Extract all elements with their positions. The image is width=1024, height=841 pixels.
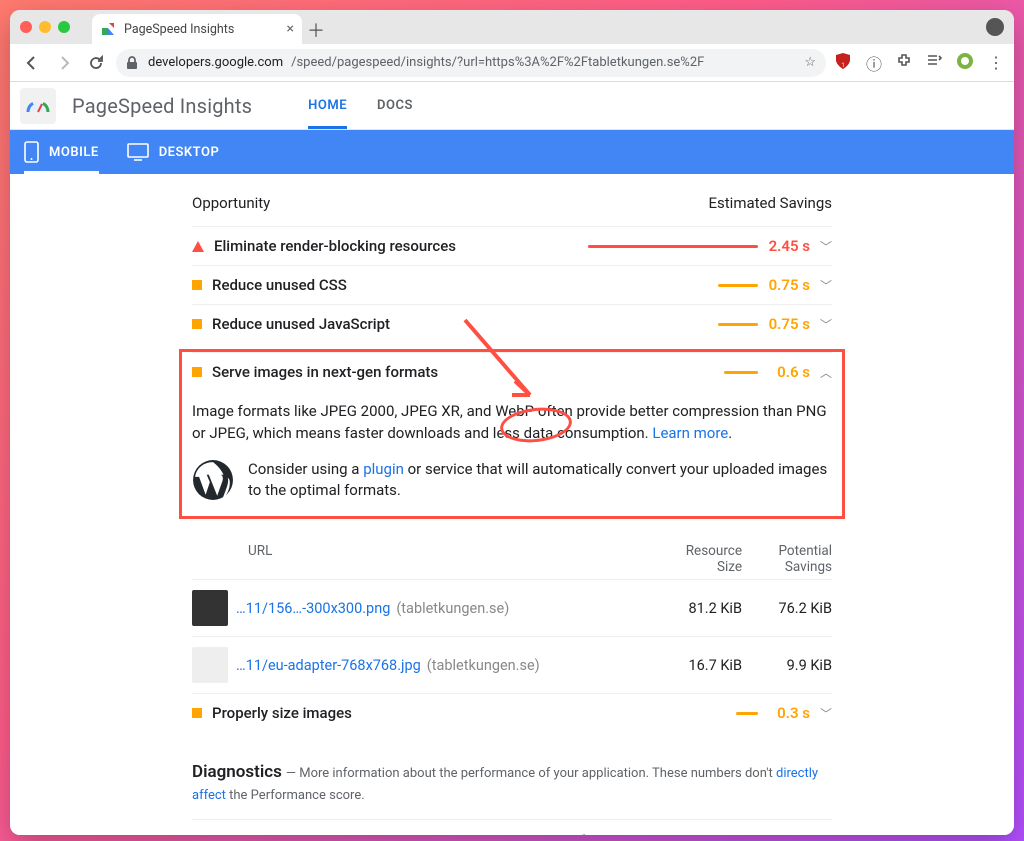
- reading-list-icon[interactable]: [926, 53, 942, 73]
- svg-text:1: 1: [841, 62, 844, 69]
- opportunity-row[interactable]: Properly size images 0.3 s ﹀: [192, 693, 832, 732]
- opportunity-row[interactable]: Serve images in next-gen formats 0.6 s ︿: [192, 352, 832, 391]
- window-close-button[interactable]: [20, 21, 32, 33]
- diagnostic-row[interactable]: Does not use passive listeners to improv…: [192, 819, 832, 835]
- resource-host: (tabletkungen.se): [396, 600, 509, 617]
- col-resource-size: ResourceSize: [652, 543, 742, 575]
- savings-value: 2.45 s: [768, 237, 810, 255]
- chevron-down-icon: ﹀: [820, 277, 832, 294]
- url-domain: developers.google.com: [148, 55, 283, 70]
- opportunity-expanded: Serve images in next-gen formats 0.6 s ︿ Im…: [179, 349, 845, 519]
- potential-savings: 9.9 KiB: [742, 657, 832, 674]
- savings-value: 0.75 s: [768, 276, 810, 294]
- resource-host: (tabletkungen.se): [427, 657, 540, 674]
- tab-close-icon[interactable]: ×: [287, 21, 294, 37]
- resource-url[interactable]: …11/eu-adapter-768x768.jpg: [236, 657, 421, 674]
- device-tab-desktop[interactable]: DESKTOP: [127, 130, 220, 174]
- opportunity-description: Image formats like JPEG 2000, JPEG XR, a…: [192, 401, 832, 445]
- table-row: …11/156…-300x300.png (tabletkungen.se) 81…: [192, 579, 832, 636]
- device-desktop-label: DESKTOP: [159, 145, 220, 160]
- col-url: URL: [236, 543, 652, 575]
- warning-triangle-icon: [192, 241, 204, 252]
- psi-favicon-icon: [100, 21, 116, 37]
- savings-bar: [718, 323, 758, 326]
- new-tab-button[interactable]: ＋: [302, 16, 330, 44]
- learn-more-link[interactable]: Learn more: [652, 424, 728, 442]
- tab-docs[interactable]: DOCS: [377, 82, 413, 129]
- resource-thumbnail: [192, 590, 228, 626]
- app-header: PageSpeed Insights HOME DOCS: [10, 82, 1014, 130]
- opportunity-row[interactable]: Eliminate render-blocking resources 2.45 …: [192, 226, 832, 265]
- chevron-up-icon: ︿: [820, 364, 832, 381]
- forward-button[interactable]: [52, 51, 76, 75]
- window-maximize-button[interactable]: [58, 21, 70, 33]
- opportunity-row[interactable]: Reduce unused JavaScript 0.75 s ﹀: [192, 304, 832, 343]
- tab-title: PageSpeed Insights: [124, 22, 234, 37]
- address-bar[interactable]: developers.google.com/speed/pagespeed/in…: [116, 49, 826, 77]
- savings-value: 0.3 s: [768, 704, 810, 722]
- warning-square-icon: [192, 319, 202, 329]
- chevron-down-icon: ﹀: [820, 833, 832, 836]
- opportunity-label: Serve images in next-gen formats: [212, 363, 438, 381]
- profile-extension-icon[interactable]: [956, 52, 974, 74]
- savings-bar: [718, 284, 758, 287]
- main-content: Opportunity Estimated Savings Eliminate …: [10, 174, 1014, 835]
- device-tab-mobile[interactable]: MOBILE: [24, 130, 99, 174]
- lock-icon: [126, 56, 140, 70]
- device-tabs-bar: MOBILE DESKTOP: [10, 130, 1014, 174]
- info-icon[interactable]: ⓘ: [866, 51, 882, 75]
- kebab-menu-icon[interactable]: ⋮: [988, 53, 1004, 72]
- reload-button[interactable]: [84, 51, 108, 75]
- savings-value: 0.75 s: [768, 315, 810, 333]
- diagnostic-label: Does not use passive listeners to improv…: [214, 832, 644, 835]
- tab-home[interactable]: HOME: [308, 82, 347, 129]
- resource-size: 81.2 KiB: [652, 600, 742, 617]
- opportunity-heading: Opportunity: [192, 194, 270, 212]
- psi-logo-icon: [20, 88, 56, 124]
- opportunity-label: Eliminate render-blocking resources: [214, 237, 456, 255]
- plugin-suggestion: Consider using a plugin or service that …: [192, 459, 832, 503]
- mobile-icon: [24, 141, 39, 163]
- savings-bar: [736, 712, 758, 715]
- opportunity-label: Properly size images: [212, 704, 352, 722]
- opportunity-row[interactable]: Reduce unused CSS 0.75 s ﹀: [192, 265, 832, 304]
- star-icon[interactable]: ☆: [804, 55, 816, 70]
- table-row: …11/eu-adapter-768x768.jpg (tabletkungen…: [192, 636, 832, 693]
- savings-bar: [724, 371, 758, 374]
- resource-table: URLResourceSizePotentialSavings …11/156…-…: [192, 539, 832, 693]
- opportunity-label: Reduce unused CSS: [212, 276, 347, 294]
- warning-square-icon: [192, 280, 202, 290]
- chevron-down-icon: ﹀: [820, 316, 832, 333]
- desktop-icon: [127, 143, 149, 161]
- window-minimize-button[interactable]: [39, 21, 51, 33]
- wordpress-icon: [192, 459, 234, 501]
- resource-size: 16.7 KiB: [652, 657, 742, 674]
- account-avatar-icon[interactable]: [986, 18, 1004, 36]
- savings-value: 0.6 s: [768, 363, 810, 381]
- chevron-down-icon: ﹀: [820, 238, 832, 255]
- savings-heading: Estimated Savings: [709, 194, 833, 212]
- opportunity-label: Reduce unused JavaScript: [212, 315, 390, 333]
- browser-toolbar: developers.google.com/speed/pagespeed/in…: [10, 44, 1014, 82]
- diagnostics-subtitle: — More information about the performance…: [192, 766, 818, 803]
- potential-savings: 76.2 KiB: [742, 600, 832, 617]
- plugin-link[interactable]: plugin: [363, 460, 404, 478]
- warning-square-icon: [192, 367, 202, 377]
- savings-bar: [588, 245, 758, 248]
- window-titlebar: PageSpeed Insights × ＋: [10, 10, 1014, 44]
- resource-url[interactable]: …11/156…-300x300.png: [236, 600, 390, 617]
- col-potential-savings: PotentialSavings: [742, 543, 832, 575]
- back-button[interactable]: [20, 51, 44, 75]
- diagnostics-title: Diagnostics: [192, 762, 282, 782]
- url-path: /speed/pagespeed/insights/?url=https%3A%…: [291, 55, 704, 70]
- app-title: PageSpeed Insights: [72, 94, 252, 118]
- extensions-icon[interactable]: [896, 53, 912, 73]
- device-mobile-label: MOBILE: [49, 145, 99, 160]
- resource-thumbnail: [192, 647, 228, 683]
- chevron-down-icon: ﹀: [820, 705, 832, 722]
- shield-extension-icon[interactable]: 1: [834, 52, 852, 74]
- browser-tab[interactable]: PageSpeed Insights ×: [92, 14, 302, 44]
- warning-square-icon: [192, 708, 202, 718]
